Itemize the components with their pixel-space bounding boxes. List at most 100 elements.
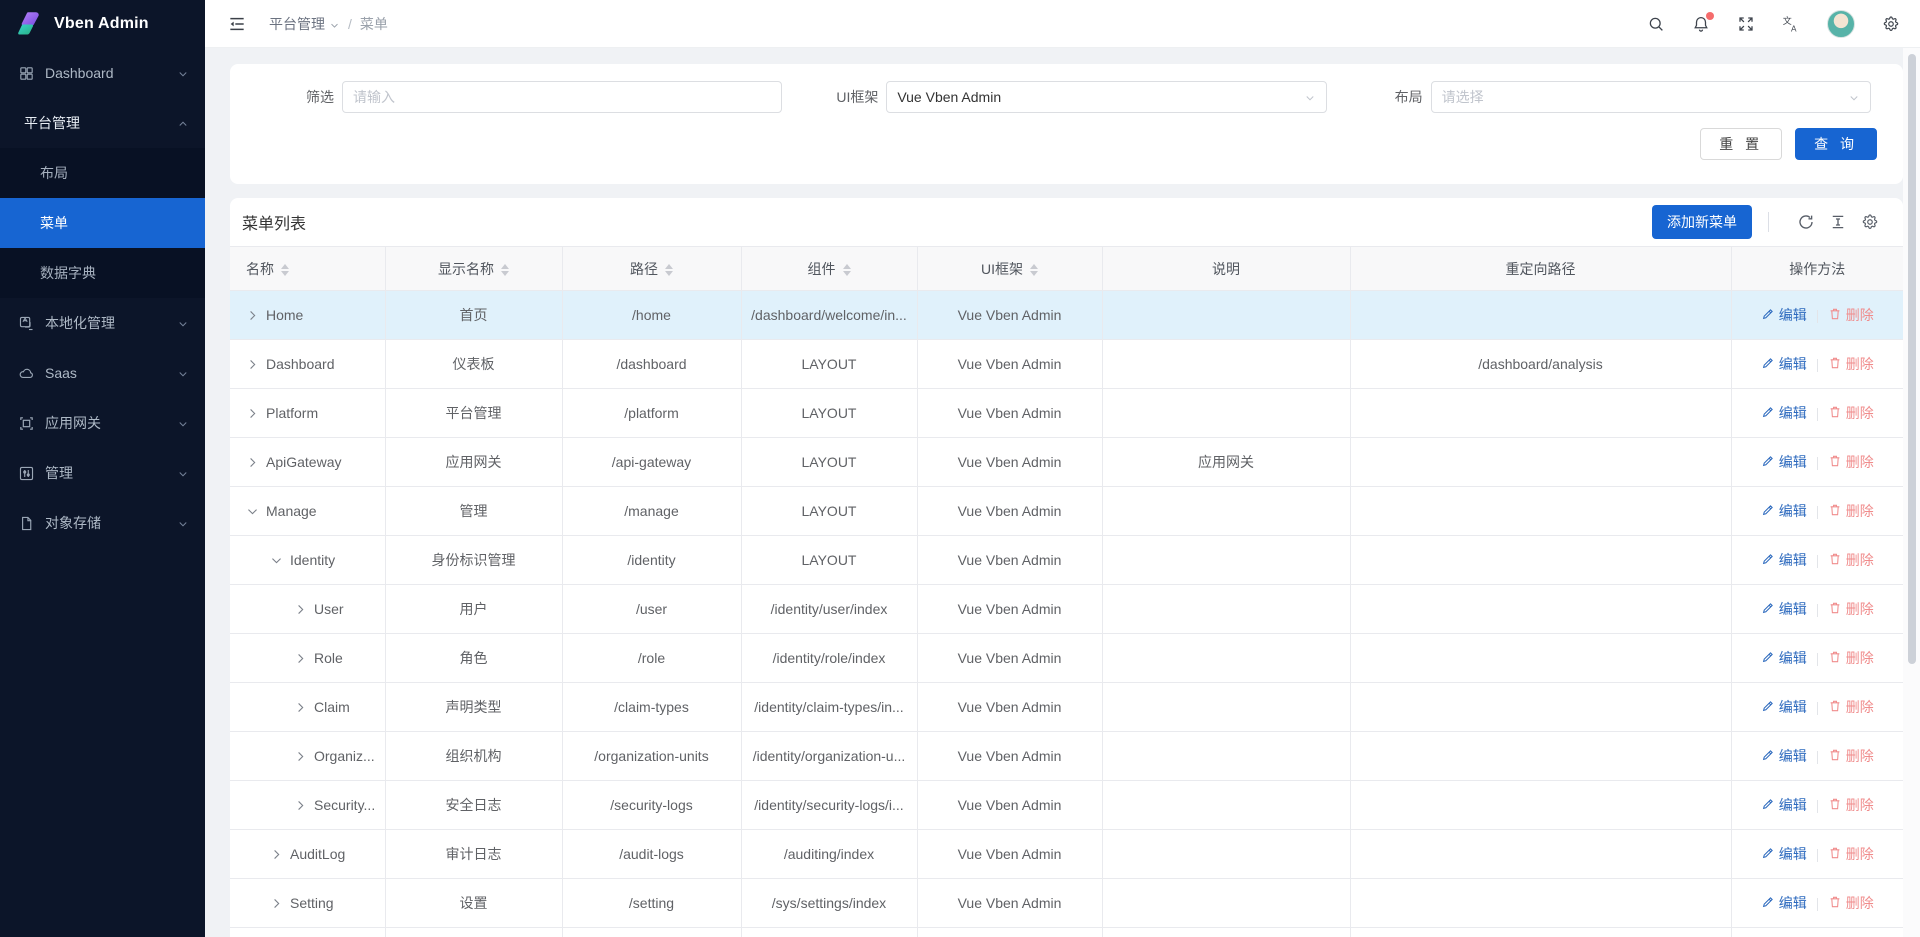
edit-button[interactable]: 编辑 bbox=[1761, 305, 1807, 325]
sidebar-item-dashboard[interactable]: Dashboard bbox=[0, 48, 205, 98]
gear-icon[interactable] bbox=[1882, 15, 1900, 33]
sort-caret-icon[interactable] bbox=[843, 264, 851, 276]
column-header-1[interactable]: 显示名称 bbox=[385, 247, 562, 291]
edit-button[interactable]: 编辑 bbox=[1761, 550, 1807, 570]
column-header-4[interactable]: UI框架 bbox=[917, 247, 1102, 291]
table-row-apigateway[interactable]: ApiGateway应用网关/api-gatewayLAYOUTVue Vben… bbox=[230, 438, 1903, 487]
table-row-security[interactable]: Security...安全日志/security-logs/identity/s… bbox=[230, 781, 1903, 830]
menu-fold-icon[interactable] bbox=[227, 14, 247, 34]
table-row-user[interactable]: User用户/user/identity/user/indexVue Vben … bbox=[230, 585, 1903, 634]
expand-row-icon[interactable] bbox=[246, 358, 259, 371]
edit-label: 编辑 bbox=[1779, 403, 1807, 423]
delete-button[interactable]: 删除 bbox=[1828, 452, 1874, 472]
breadcrumb-item[interactable]: 平台管理 bbox=[269, 14, 340, 34]
sidebar-subitem-1[interactable]: 菜单 bbox=[0, 198, 205, 248]
table-row-partial bbox=[230, 928, 1903, 937]
expand-row-icon[interactable] bbox=[294, 652, 307, 665]
column-header-2[interactable]: 路径 bbox=[562, 247, 741, 291]
settings-gear-icon[interactable] bbox=[1861, 213, 1879, 231]
expand-row-icon[interactable] bbox=[270, 848, 283, 861]
edit-button[interactable]: 编辑 bbox=[1761, 403, 1807, 423]
collapse-row-icon[interactable] bbox=[270, 554, 283, 567]
refresh-icon[interactable] bbox=[1797, 213, 1815, 231]
edit-button[interactable]: 编辑 bbox=[1761, 795, 1807, 815]
table-row-organiz[interactable]: Organiz...组织机构/organization-units/identi… bbox=[230, 732, 1903, 781]
delete-button[interactable]: 删除 bbox=[1828, 550, 1874, 570]
avatar[interactable] bbox=[1827, 10, 1855, 38]
row-height-icon[interactable] bbox=[1829, 213, 1847, 231]
delete-button[interactable]: 删除 bbox=[1828, 305, 1874, 325]
reset-button[interactable]: 重 置 bbox=[1700, 128, 1782, 160]
edit-button[interactable]: 编辑 bbox=[1761, 697, 1807, 717]
bell-icon[interactable] bbox=[1692, 15, 1710, 33]
expand-row-icon[interactable] bbox=[270, 897, 283, 910]
cell-display-name-text: 身份标识管理 bbox=[432, 552, 516, 568]
table-row-manage[interactable]: Manage管理/manageLAYOUTVue Vben Admin编辑删除 bbox=[230, 487, 1903, 536]
sidebar-subitem-2[interactable]: 数据字典 bbox=[0, 248, 205, 298]
table-row-setting[interactable]: Setting设置/setting/sys/settings/indexVue … bbox=[230, 879, 1903, 928]
translate-icon[interactable]: 文A bbox=[1782, 15, 1800, 33]
collapse-row-icon[interactable] bbox=[246, 505, 259, 518]
delete-button[interactable]: 删除 bbox=[1828, 697, 1874, 717]
table-row-role[interactable]: Role角色/role/identity/role/indexVue Vben … bbox=[230, 634, 1903, 683]
delete-button[interactable]: 删除 bbox=[1828, 648, 1874, 668]
table-row-identity[interactable]: Identity身份标识管理/identityLAYOUTVue Vben Ad… bbox=[230, 536, 1903, 585]
sidebar-subitem-0[interactable]: 布局 bbox=[0, 148, 205, 198]
filter-input[interactable] bbox=[342, 81, 782, 113]
table-row-home[interactable]: Home首页/home/dashboard/welcome/in...Vue V… bbox=[230, 291, 1903, 340]
sidebar-item--[interactable]: 本地化管理 bbox=[0, 298, 205, 348]
edit-button[interactable]: 编辑 bbox=[1761, 452, 1807, 472]
sort-caret-icon[interactable] bbox=[665, 264, 673, 276]
edit-button[interactable]: 编辑 bbox=[1761, 844, 1807, 864]
edit-button[interactable]: 编辑 bbox=[1761, 354, 1807, 374]
page-scrollbar-thumb[interactable] bbox=[1908, 54, 1916, 664]
delete-button[interactable]: 删除 bbox=[1828, 599, 1874, 619]
delete-button[interactable]: 删除 bbox=[1828, 844, 1874, 864]
add-menu-button[interactable]: 添加新菜单 bbox=[1652, 205, 1752, 239]
edit-button[interactable]: 编辑 bbox=[1761, 648, 1807, 668]
filter-select[interactable]: Vue Vben Admin bbox=[886, 81, 1326, 113]
filter-select[interactable]: 请选择 bbox=[1431, 81, 1871, 113]
expand-row-icon[interactable] bbox=[246, 407, 259, 420]
expand-row-icon[interactable] bbox=[294, 701, 307, 714]
table-row-auditlog[interactable]: AuditLog审计日志/audit-logs/auditing/indexVu… bbox=[230, 830, 1903, 879]
fullscreen-icon[interactable] bbox=[1737, 15, 1755, 33]
filter-text-input[interactable] bbox=[353, 89, 771, 105]
edit-button[interactable]: 编辑 bbox=[1761, 599, 1807, 619]
table-row-dashboard[interactable]: Dashboard仪表板/dashboardLAYOUTVue Vben Adm… bbox=[230, 340, 1903, 389]
sort-caret-icon[interactable] bbox=[1030, 264, 1038, 276]
delete-button[interactable]: 删除 bbox=[1828, 746, 1874, 766]
edit-button[interactable]: 编辑 bbox=[1761, 501, 1807, 521]
breadcrumb-item[interactable]: 菜单 bbox=[360, 14, 388, 34]
expand-row-icon[interactable] bbox=[294, 799, 307, 812]
sidebar-item-saas[interactable]: Saas bbox=[0, 348, 205, 398]
column-header-3[interactable]: 组件 bbox=[741, 247, 917, 291]
delete-button[interactable]: 删除 bbox=[1828, 795, 1874, 815]
edit-button[interactable]: 编辑 bbox=[1761, 746, 1807, 766]
sidebar-item--[interactable]: 管理 bbox=[0, 448, 205, 498]
delete-button[interactable]: 删除 bbox=[1828, 501, 1874, 521]
sidebar-item--[interactable]: 平台管理 bbox=[0, 98, 205, 148]
delete-button[interactable]: 删除 bbox=[1828, 403, 1874, 423]
edit-button[interactable]: 编辑 bbox=[1761, 893, 1807, 913]
sidebar-item--[interactable]: 对象存储 bbox=[0, 498, 205, 548]
table-row-platform[interactable]: Platform平台管理/platformLAYOUTVue Vben Admi… bbox=[230, 389, 1903, 438]
sort-caret-icon[interactable] bbox=[281, 264, 289, 276]
delete-button[interactable]: 删除 bbox=[1828, 354, 1874, 374]
delete-button[interactable]: 删除 bbox=[1828, 893, 1874, 913]
search-button[interactable]: 查 询 bbox=[1795, 128, 1877, 160]
expand-row-icon[interactable] bbox=[246, 456, 259, 469]
expand-row-icon[interactable] bbox=[294, 603, 307, 616]
app-logo[interactable]: Vben Admin bbox=[0, 0, 205, 48]
sidebar-item--[interactable]: 应用网关 bbox=[0, 398, 205, 448]
table-row-claim[interactable]: Claim声明类型/claim-types/identity/claim-typ… bbox=[230, 683, 1903, 732]
column-header-0[interactable]: 名称 bbox=[230, 247, 385, 291]
expand-row-icon[interactable] bbox=[246, 309, 259, 322]
chevron-down-icon bbox=[177, 417, 189, 429]
cell-name: Setting bbox=[230, 879, 385, 928]
cell-component-text: /auditing/index bbox=[784, 846, 874, 862]
cell-ui-framework-text: Vue Vben Admin bbox=[958, 650, 1062, 666]
sort-caret-icon[interactable] bbox=[501, 264, 509, 276]
expand-row-icon[interactable] bbox=[294, 750, 307, 763]
search-icon[interactable] bbox=[1647, 15, 1665, 33]
